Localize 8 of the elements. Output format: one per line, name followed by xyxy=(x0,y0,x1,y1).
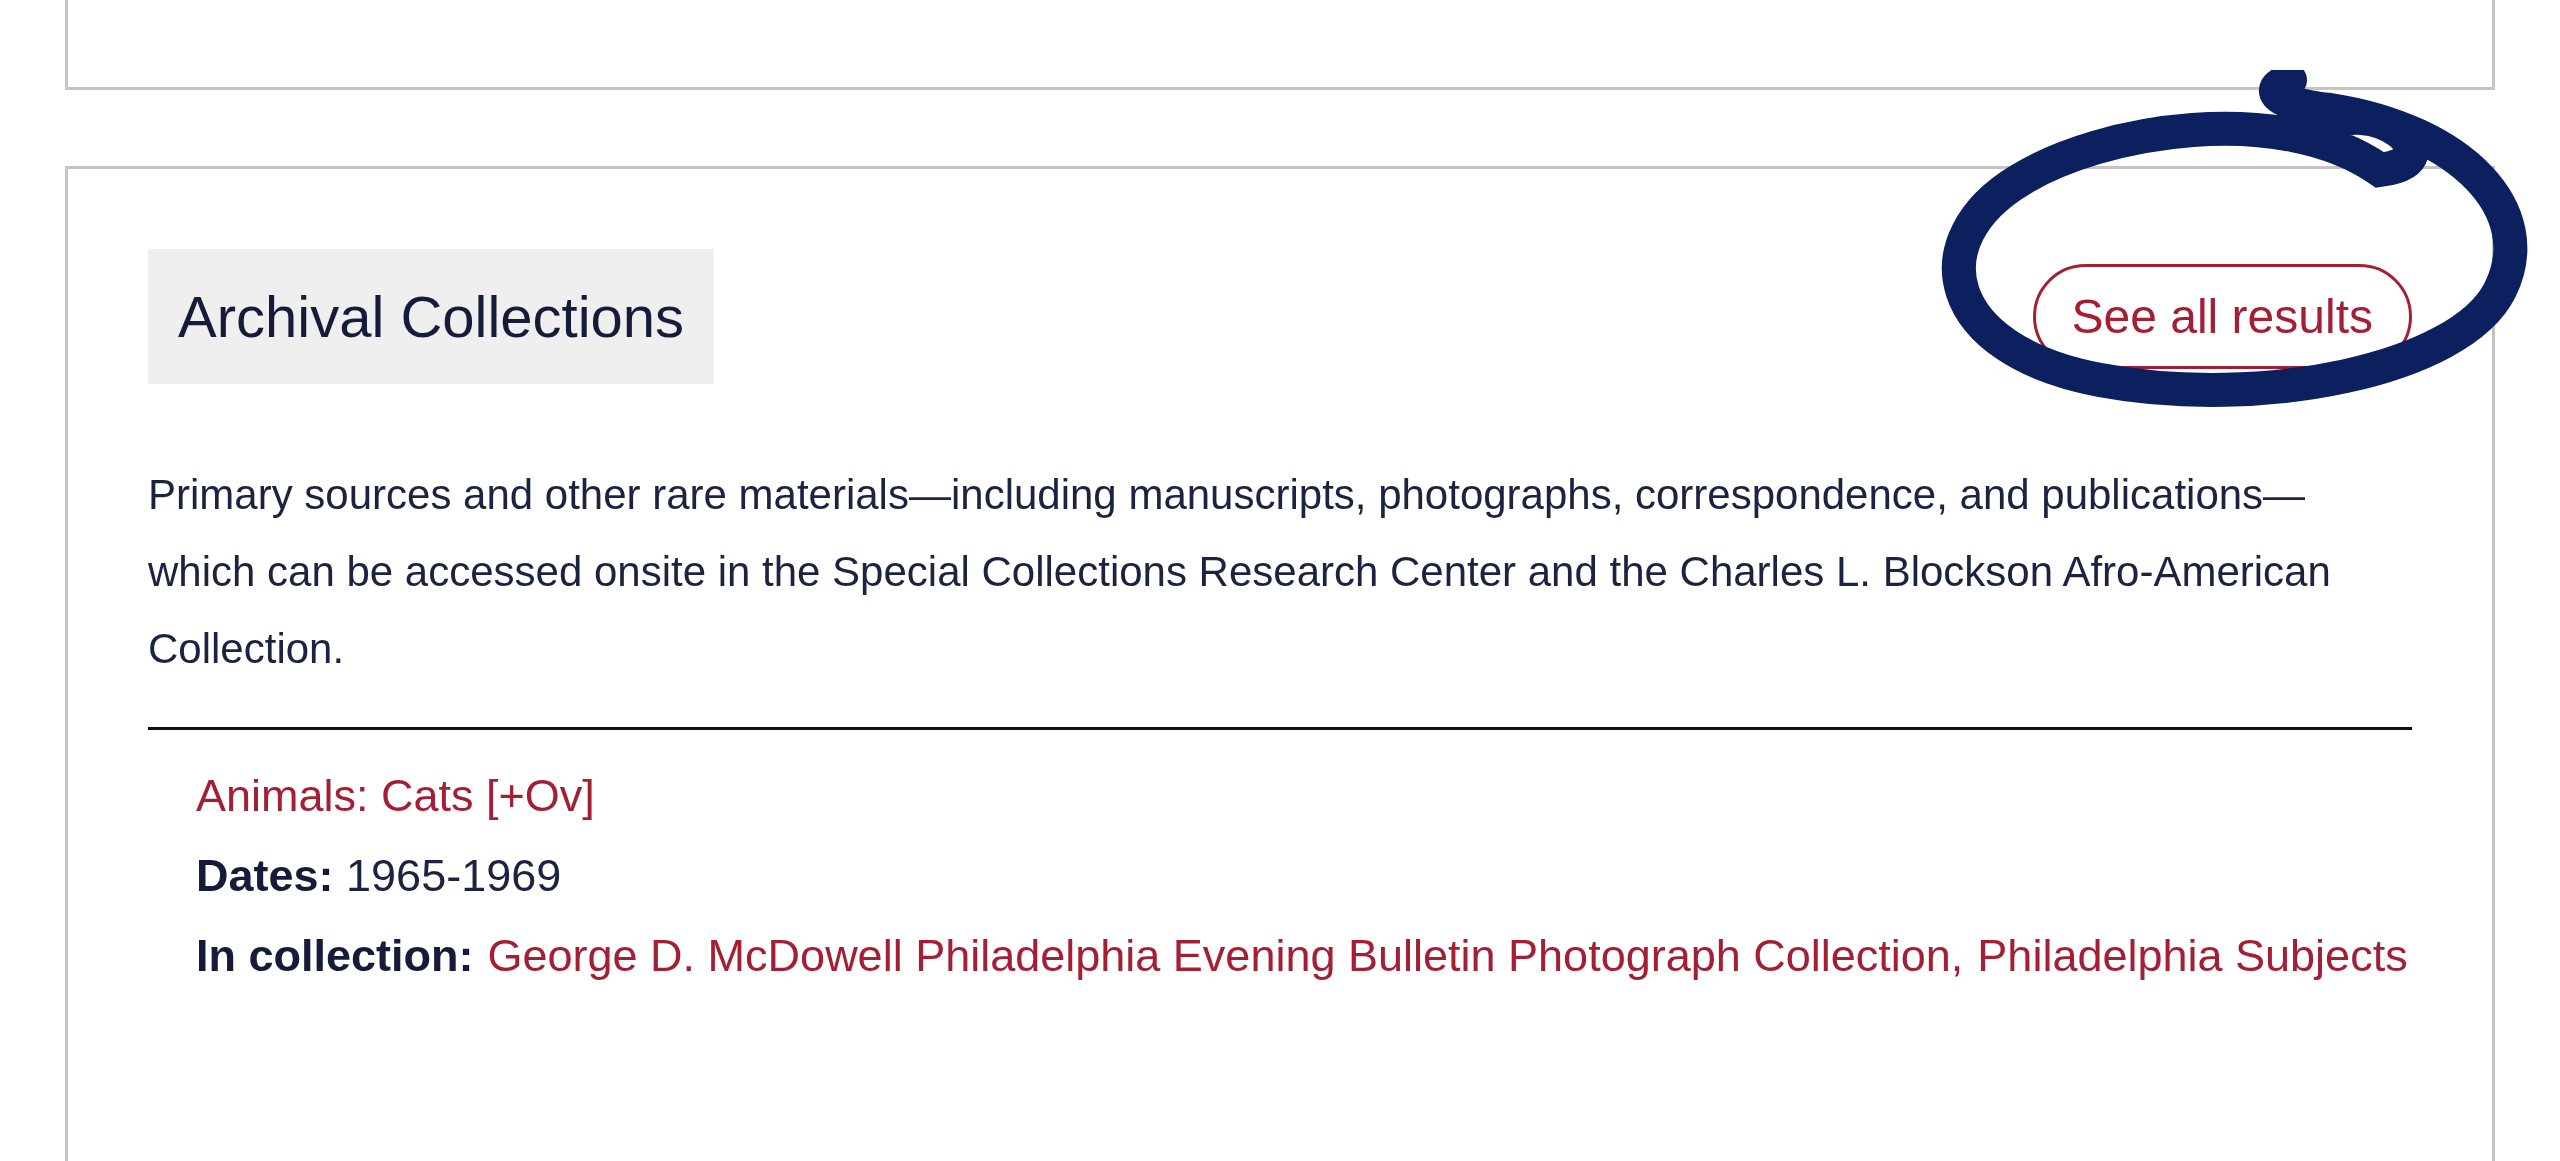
see-all-results-button[interactable]: See all results xyxy=(2032,264,2412,369)
collection-link[interactable]: Philadelphia Subjects xyxy=(1977,930,2408,982)
collection-link[interactable]: George D. McDowell Philadelphia Evening Bulletin Photograph Collection, xyxy=(487,930,1964,982)
section-title: Archival Collections xyxy=(148,249,715,384)
collection-label: In collection: xyxy=(196,930,474,982)
section-description: Primary sources and other rare materials—including manuscripts, photographs, correspondence, and publications—which can be accessed onsite in the Special Collections Research Center and the Charles L. Blockson Afro-American Collection. xyxy=(148,470,2332,674)
dates-text: Dates: 1965-1969 xyxy=(196,850,562,901)
result-title-link[interactable]: Animals: Cats [+Ov] xyxy=(196,770,595,821)
